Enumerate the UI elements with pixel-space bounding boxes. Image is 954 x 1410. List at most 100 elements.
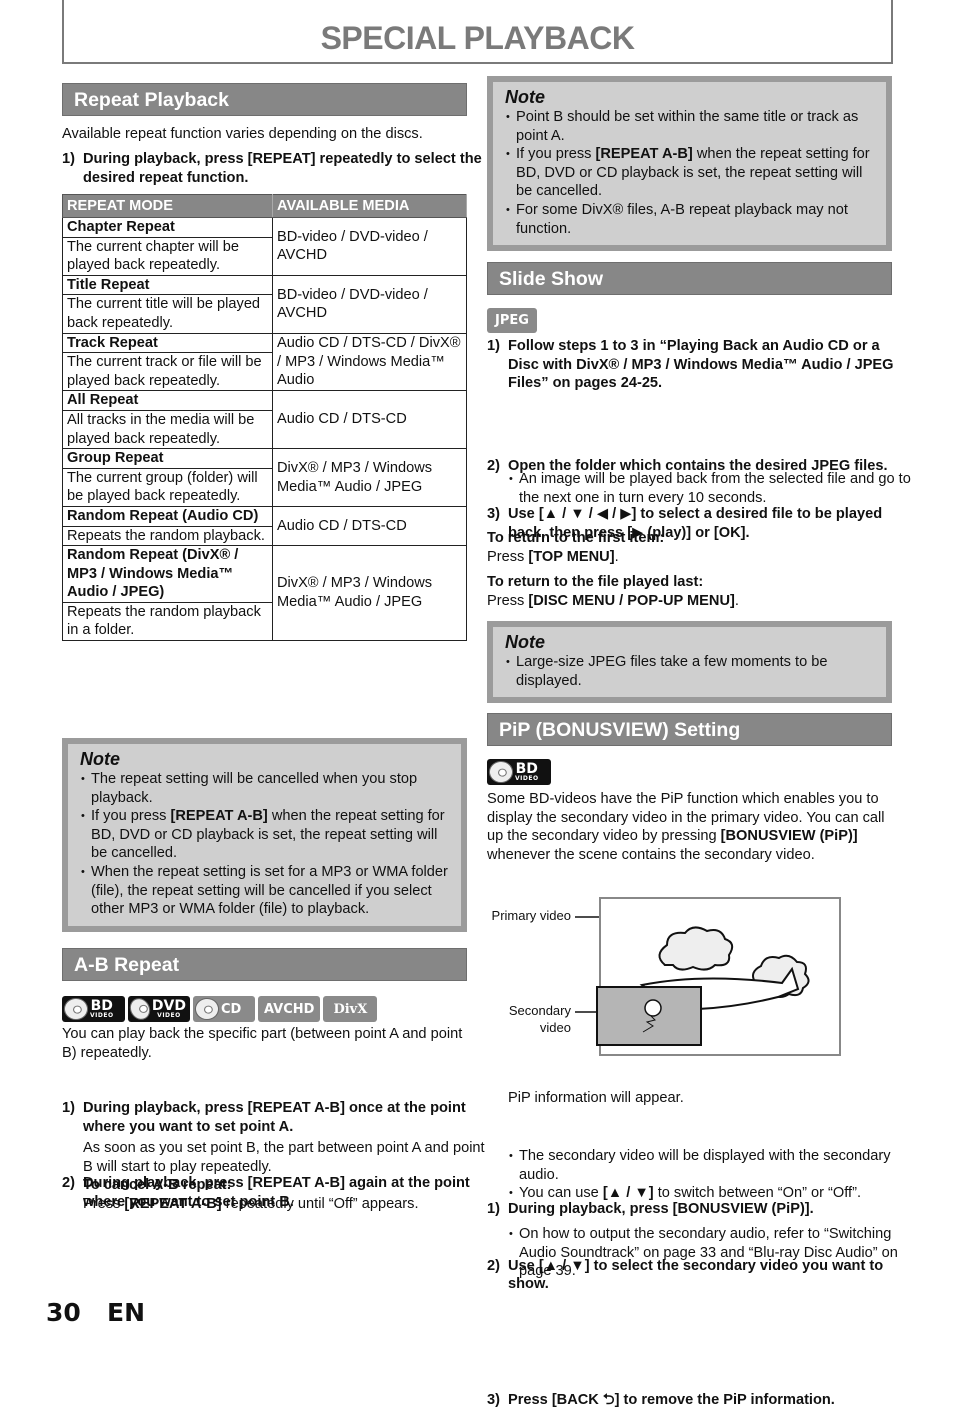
step-bullet: You can use [▲ / ▼] to switch between “O… (508, 1184, 913, 1203)
note-item: For some DivX® files, A-B repeat playbac… (505, 201, 876, 238)
bullet-text: The secondary video will be displayed wi… (519, 1148, 891, 1183)
column-header-repeat-mode: REPEAT MODE (62, 194, 273, 218)
note-text: When the repeat setting is set for a MP3… (91, 863, 448, 918)
bullet-text: to switch between “On” or “Off”. (653, 1185, 861, 1202)
repeat-mode-description: The current chapter will be played back … (62, 236, 273, 276)
repeat-mode-name: Track Repeat (62, 332, 273, 354)
instruction-text: Press (487, 548, 529, 565)
step-bullet: On how to output the secondary audio, re… (508, 1225, 913, 1281)
table-row: Track Repeat Audio CD / DTS-CD / DivX® / … (62, 332, 467, 392)
instruction-text: repeatedly until “Off” appears. (221, 1195, 419, 1212)
cd-disc-icon: CD (191, 994, 255, 1024)
intro-button-name: [BONUSVIEW (PiP)] (720, 828, 858, 845)
instruction-button-name: [REPEAT A-B] (124, 1195, 222, 1212)
badge-sublabel: VIDEO (90, 1012, 114, 1019)
instruction-text: . (614, 548, 619, 565)
available-media: DivX® / MP3 / Windows Media™ Audio / JPE… (272, 448, 467, 507)
badge-label: DVD (151, 998, 186, 1014)
avchd-icon: AVCHD (258, 996, 321, 1022)
bullet-button-name: [▲ / ▼] (602, 1185, 654, 1202)
note-item: When the repeat setting is set for a MP3… (80, 863, 451, 919)
pip-step-1: 1) During playback, press [BONUSVIEW (Pi… (487, 1200, 913, 1219)
repeat-mode-name: Random Repeat (Audio CD) (62, 505, 273, 527)
note-button-name: [REPEAT A-B] (170, 808, 268, 825)
ab-repeat-intro: You can play back the specific part (bet… (62, 1026, 463, 1061)
repeat-note-box: Note The repeat setting will be cancelle… (62, 738, 467, 932)
table-header-row: REPEAT MODE AVAILABLE MEDIA (62, 194, 467, 218)
step-number: 1) (487, 338, 500, 354)
note-text: The repeat setting will be cancelled whe… (91, 771, 418, 806)
repeat-mode-table: REPEAT MODE AVAILABLE MEDIA Chapter Repe… (62, 194, 467, 642)
ab-step-1: 1) During playback, press [REPEAT A-B] o… (62, 1099, 488, 1136)
note-text: Point B should be set within the same ti… (516, 109, 859, 144)
step-number: 3) (487, 1391, 500, 1408)
badge-label: BD (515, 761, 538, 777)
ab-repeat-note-box: Note Point B should be set within the sa… (487, 76, 892, 251)
note-text: If you press (91, 808, 171, 825)
repeat-mode-description: The current title will be played back re… (62, 294, 273, 334)
section-heading-slide-show: Slide Show (487, 262, 892, 295)
slide-step-3-detail: An image will be played back from the se… (487, 470, 913, 507)
note-text: If you press (516, 146, 596, 163)
section-heading-ab-repeat: A-B Repeat (62, 948, 467, 981)
badge-label: CD (221, 1001, 242, 1017)
page-language: EN (107, 1298, 146, 1327)
return-first-instruction: Press [TOP MENU]. (487, 548, 892, 567)
section-heading-repeat-playback: Repeat Playback (62, 83, 467, 116)
note-title: Note (505, 632, 545, 652)
step-number: 1) (62, 1100, 75, 1117)
instruction-text: Press (83, 1195, 125, 1212)
step-number: 3) (487, 506, 500, 523)
available-media: Audio CD / DTS-CD / DivX® / MP3 / Window… (272, 332, 467, 392)
return-last-instruction: Press [DISC MENU / POP-UP MENU]. (487, 592, 892, 611)
note-item: Point B should be set within the same ti… (505, 108, 876, 145)
pip-step-2-detail: The secondary video will be displayed wi… (487, 1147, 913, 1203)
step-text: Press [BACK ⮌] to remove the PiP informa… (508, 1391, 835, 1408)
return-last-file: To return to the file played last: Press… (487, 573, 892, 610)
step-text: During playback, press [REPEAT A-B] once… (83, 1100, 466, 1135)
badge-sublabel: VIDEO (157, 1012, 181, 1019)
badge-label: BD (90, 998, 113, 1014)
repeat-mode-name: Random Repeat (DivX® / MP3 / Windows Med… (62, 545, 273, 603)
page-number: 30 (46, 1298, 81, 1327)
note-item: If you press [REPEAT A-B] when the repea… (505, 145, 876, 201)
step-number: 1) (487, 1201, 500, 1218)
table-row: All Repeat Audio CD / DTS-CD (62, 390, 467, 450)
section-heading-pip: PiP (BONUSVIEW) Setting (487, 713, 892, 746)
column-header-available-media: AVAILABLE MEDIA (272, 194, 467, 218)
media-badges: BD VIDEO DVD VIDEO CD AVCHD DivX (60, 994, 378, 1024)
note-item: Large-size JPEG files take a few moments… (505, 653, 876, 690)
media-badges: JPEG (487, 308, 537, 333)
note-button-name: [REPEAT A-B] (595, 146, 693, 163)
repeat-mode-description: The current track or file will be played… (62, 352, 273, 392)
available-media: Audio CD / DTS-CD (272, 505, 467, 547)
table-row: Random Repeat (Audio CD) Audio CD / DTS-C… (62, 505, 467, 547)
repeat-intro: Available repeat function varies dependi… (62, 126, 423, 142)
step-text: During playback, press [REPEAT] repeated… (83, 151, 482, 186)
media-badges: BD VIDEO (485, 757, 551, 787)
table-row: Random Repeat (DivX® / MP3 / Windows Med… (62, 545, 467, 642)
pip-step-3-detail: On how to output the secondary audio, re… (487, 1225, 913, 1281)
step-number: 1) (62, 151, 75, 167)
available-media: DivX® / MP3 / Windows Media™ Audio / JPE… (272, 545, 467, 642)
secondary-video-frame (596, 986, 702, 1046)
available-media: Audio CD / DTS-CD (272, 390, 467, 450)
balloon-icon (644, 999, 662, 1017)
repeat-mode-description: The current group (folder) will be playe… (62, 467, 273, 507)
jpeg-icon: JPEG (487, 308, 537, 333)
return-first-item: To return to the first item: Press [TOP … (487, 529, 892, 566)
ab-step-2-detail: As soon as you set point B, the part bet… (62, 1139, 488, 1213)
step-text: Follow steps 1 to 3 in “Playing Back an … (508, 338, 894, 392)
table-row: Chapter Repeat BD-video / DVD-video / AVC… (62, 217, 467, 276)
pip-diagram: Primary video Secondary video (487, 890, 892, 1065)
bd-video-disc-icon: BD VIDEO (60, 994, 125, 1024)
right-column: Note Point B should be set within the sa… (485, 0, 911, 1408)
note-title: Note (80, 749, 120, 769)
pip-intro: Some BD-videos have the PiP function whi… (487, 790, 892, 864)
note-item: If you press [REPEAT A-B] when the repea… (80, 807, 451, 863)
table-row: Group Repeat DivX® / MP3 / Windows Media™… (62, 448, 467, 507)
repeat-mode-description: All tracks in the media will be played b… (62, 409, 273, 450)
note-title: Note (505, 87, 545, 107)
pip-step-3: 3) Press [BACK ⮌] to remove the PiP info… (487, 1391, 913, 1410)
instruction-text: Press (487, 592, 529, 609)
